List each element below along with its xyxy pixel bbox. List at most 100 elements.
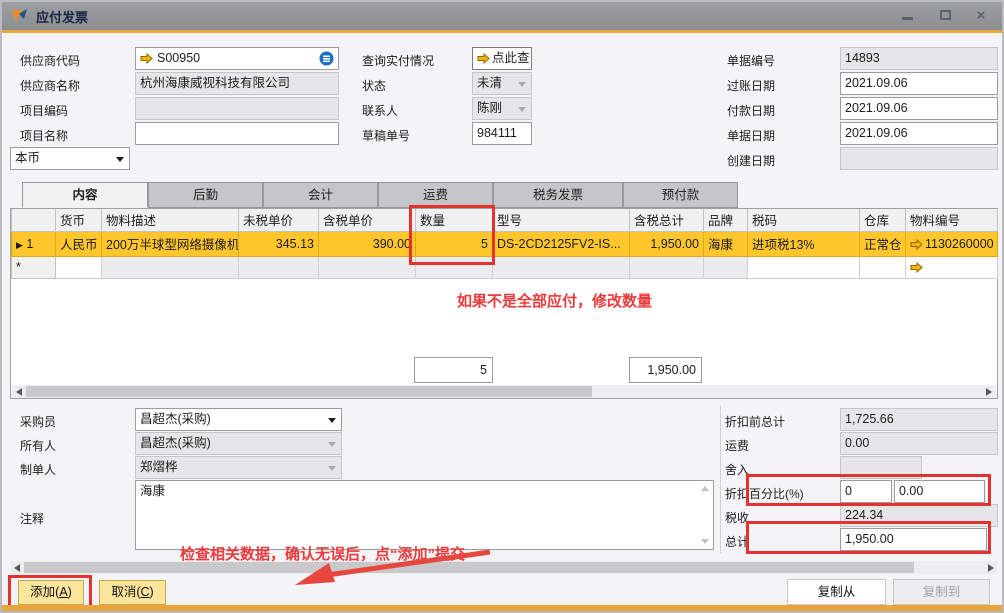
currency-combo[interactable]: 本币 [10, 147, 130, 170]
draft-no-value: 984111 [477, 126, 517, 140]
quantity-total-field[interactable]: 5 [414, 357, 493, 383]
draft-no-field[interactable]: 984111 [472, 122, 532, 145]
cancel-button[interactable]: 取消(C) [99, 580, 166, 605]
vendor-code-value: S00950 [157, 51, 200, 65]
form-hscroll-thumb[interactable] [24, 562, 914, 573]
vendor-code-field[interactable]: S00950 [135, 47, 339, 70]
vendor-name-label: 供应商名称 [20, 77, 80, 94]
creator-label: 制单人 [20, 461, 56, 478]
col-gross-price[interactable]: 含税单价 [319, 209, 416, 231]
due-date-value: 2021.09.06 [845, 101, 908, 115]
query-payment-button-label: 点此查 [492, 51, 530, 65]
tab-prepayment[interactable]: 预付款 [623, 182, 738, 208]
chevron-down-icon [116, 157, 124, 162]
form-hscrollbar[interactable] [10, 561, 998, 574]
scroll-left-icon[interactable] [14, 564, 20, 572]
link-arrow-icon[interactable] [140, 53, 153, 64]
buyer-label: 采购员 [20, 413, 56, 430]
tab-accounting[interactable]: 会计 [263, 182, 378, 208]
posting-date-field[interactable]: 2021.09.06 [840, 72, 998, 95]
status-combo: 未清 [472, 72, 532, 95]
discount-pct-field[interactable]: 0 [840, 480, 892, 503]
gold-accent-bar-top [2, 30, 1002, 33]
scroll-left-icon[interactable] [16, 388, 22, 396]
query-payment-label: 查询实付情况 [362, 52, 434, 69]
doc-date-field[interactable]: 2021.09.06 [840, 122, 998, 145]
amount-total-field[interactable]: 1,950.00 [629, 357, 702, 383]
posting-date-label: 过账日期 [727, 77, 775, 94]
close-button[interactable]: × [968, 6, 994, 26]
chevron-down-icon [328, 466, 336, 471]
col-warehouse[interactable]: 仓库 [860, 209, 906, 231]
remarks-textarea[interactable]: 海康 [135, 480, 714, 550]
discount-amt-field[interactable]: 0.00 [894, 480, 985, 503]
cell-model[interactable]: DS-2CD2125FV2-IS... [493, 231, 630, 256]
link-arrow-icon[interactable] [910, 262, 923, 273]
quantity-annotation: 如果不是全部应付，修改数量 [457, 290, 652, 311]
remarks-value: 海康 [140, 484, 165, 498]
cell-item-no-empty[interactable] [906, 256, 998, 278]
table-header-row: 货币 物料描述 未税单价 含税单价 数量 型号 含税总计 品牌 税码 仓库 物料… [12, 209, 998, 231]
owner-combo: 昌超杰(采购) [135, 432, 342, 455]
col-model[interactable]: 型号 [493, 209, 630, 231]
row-pointer-icon: ▶ [16, 240, 23, 250]
col-quantity[interactable]: 数量 [416, 209, 493, 231]
scroll-right-icon[interactable] [988, 564, 994, 572]
minimize-icon [902, 17, 913, 20]
cell-quantity[interactable]: 5 [416, 231, 493, 256]
cell-warehouse[interactable]: 正常仓 [860, 231, 906, 256]
col-item-no[interactable]: 物料编号 [906, 209, 998, 231]
project-name-field[interactable] [135, 122, 339, 145]
cell-currency-empty[interactable] [56, 256, 102, 278]
cell-currency[interactable]: 人民币 [56, 231, 102, 256]
ap-invoice-window: 应付发票 × 供应商代码 S00950 供应商名称 杭州海康威视科技有限公司 项… [0, 0, 1004, 613]
cell-gross-price[interactable]: 390.00 [319, 231, 416, 256]
add-button[interactable]: 添加(A) [18, 580, 84, 605]
due-date-field[interactable]: 2021.09.06 [840, 97, 998, 120]
total-field[interactable]: 1,950.00 [840, 528, 987, 551]
col-item-desc[interactable]: 物料描述 [102, 209, 239, 231]
scroll-right-icon[interactable] [986, 388, 992, 396]
cell-item-desc[interactable]: 200万半球型网络摄像机 [102, 231, 239, 256]
row-header-cell[interactable]: ▶ 1 [12, 231, 56, 256]
due-date-label: 付款日期 [727, 102, 775, 119]
col-row-number[interactable] [12, 209, 56, 231]
currency-value: 本币 [15, 151, 40, 165]
contact-value: 陈刚 [477, 101, 502, 115]
new-row-marker[interactable]: * [12, 256, 56, 278]
choose-from-list-icon[interactable] [319, 51, 334, 66]
col-currency[interactable]: 货币 [56, 209, 102, 231]
minimize-button[interactable] [894, 6, 920, 26]
col-tax-code[interactable]: 税码 [748, 209, 860, 231]
maximize-button[interactable] [932, 6, 958, 26]
tab-tax-invoice[interactable]: 税务发票 [493, 182, 623, 208]
link-arrow-icon[interactable] [910, 239, 923, 250]
col-gross-total[interactable]: 含税总计 [630, 209, 704, 231]
scroll-down-icon [701, 539, 709, 544]
col-brand[interactable]: 品牌 [704, 209, 748, 231]
cell-gross-total[interactable]: 1,950.00 [630, 231, 704, 256]
tab-contents[interactable]: 内容 [22, 182, 148, 208]
cell-tax-code[interactable]: 进项税13% [748, 231, 860, 256]
table-hscrollbar[interactable] [12, 385, 996, 398]
tab-freight[interactable]: 运费 [378, 182, 493, 208]
buyer-combo[interactable]: 昌超杰(采购) [135, 408, 342, 431]
chevron-down-icon [328, 418, 336, 423]
project-name-label: 项目名称 [20, 127, 68, 144]
rounding-field [840, 456, 922, 479]
cell-item-no[interactable]: 1130260000 [906, 231, 998, 256]
doc-no-field: 14893 [840, 47, 998, 70]
copy-from-button[interactable]: 复制从 [787, 579, 886, 605]
col-unit-price[interactable]: 未税单价 [239, 209, 319, 231]
create-date-label: 创建日期 [727, 152, 775, 169]
close-icon: × [977, 7, 986, 24]
tab-logistics[interactable]: 后勤 [148, 182, 263, 208]
creator-value: 郑熠桦 [140, 460, 178, 474]
project-code-label: 项目编码 [20, 102, 68, 119]
cell-unit-price[interactable]: 345.13 [239, 231, 319, 256]
cell-brand[interactable]: 海康 [704, 231, 748, 256]
table-hscroll-thumb[interactable] [26, 386, 592, 397]
query-payment-button[interactable]: 点此查 [472, 47, 532, 70]
draft-no-label: 草稿单号 [362, 127, 410, 144]
vendor-name-field: 杭州海康威视科技有限公司 [135, 72, 339, 95]
